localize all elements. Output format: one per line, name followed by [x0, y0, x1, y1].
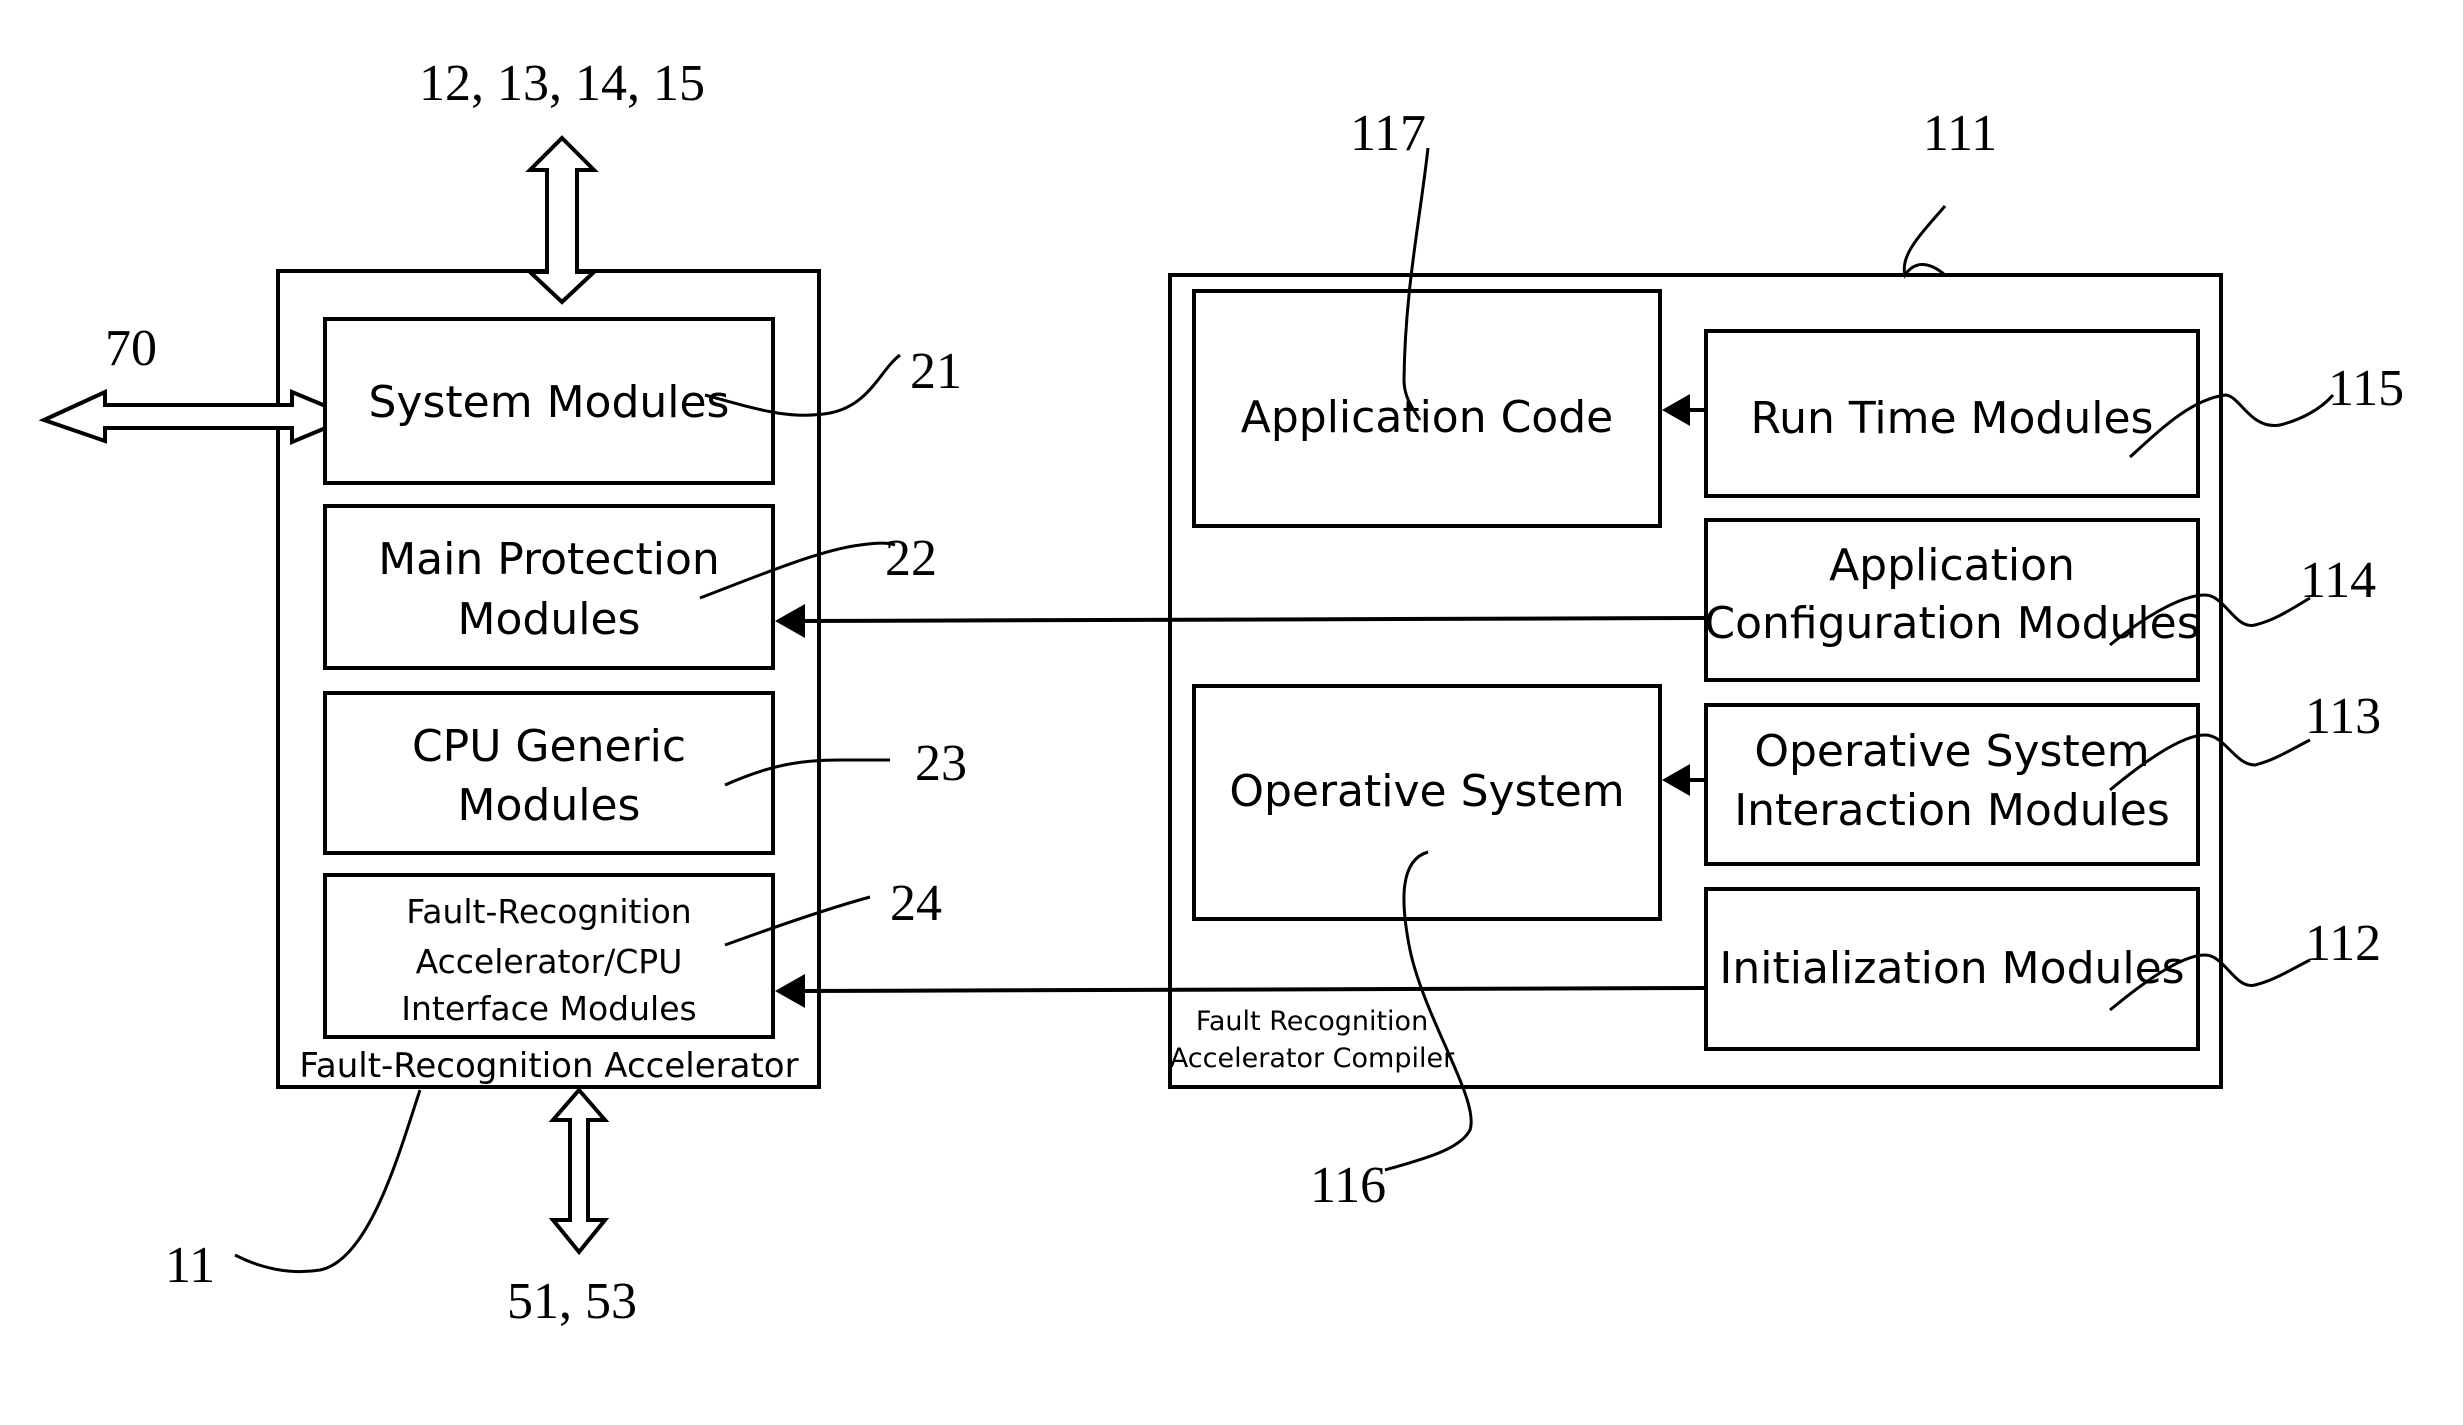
- module-application-configuration-modules: Application Configuration Modules: [1704, 518, 2200, 682]
- module-label-line2: Modules: [458, 594, 641, 645]
- module-label-line1: Application: [1829, 540, 2075, 591]
- module-label-line1: CPU Generic: [412, 721, 686, 772]
- module-label-line2: Configuration Modules: [1704, 598, 2199, 649]
- ref-111: 111: [1923, 105, 1997, 162]
- leader-11: [234, 1089, 422, 1274]
- bus-arrow-left: [38, 388, 358, 445]
- application-code-box: Application Code: [1192, 289, 1662, 528]
- compiler-caption-line2: Accelerator Compiler: [1170, 1043, 1455, 1074]
- ref-bus-bottom: 51, 53: [507, 1273, 637, 1330]
- bus-arrow-top: [524, 135, 600, 305]
- module-os-interaction-modules: Operative System Interaction Modules: [1704, 703, 2200, 866]
- ref-bus-left: 70: [105, 320, 157, 377]
- ref-21: 21: [910, 343, 962, 400]
- ref-24: 24: [890, 875, 942, 932]
- module-initialization-modules: Initialization Modules: [1704, 887, 2200, 1051]
- module-label: System Modules: [369, 377, 730, 428]
- module-label-line2: Accelerator/CPU: [416, 942, 683, 981]
- bus-arrow-bottom: [548, 1086, 610, 1256]
- module-fra-cpu-interface-modules: Fault-Recognition Accelerator/CPU Interf…: [323, 873, 775, 1039]
- module-label: Initialization Modules: [1719, 943, 2184, 994]
- module-label-line2: Interaction Modules: [1734, 785, 2170, 836]
- operative-system-box: Operative System: [1192, 684, 1662, 921]
- ref-bus-top: 12, 13, 14, 15: [419, 55, 705, 112]
- module-system-modules: System Modules: [323, 317, 775, 485]
- ref-116: 116: [1310, 1157, 1386, 1214]
- ref-114: 114: [2300, 552, 2376, 609]
- compiler-caption-line1: Fault Recognition: [1196, 1006, 1428, 1037]
- module-label-line2: Modules: [458, 780, 641, 831]
- operative-system-label: Operative System: [1229, 766, 1624, 817]
- module-label-line1: Fault-Recognition: [406, 892, 691, 931]
- module-label-line3: Interface Modules: [401, 989, 696, 1028]
- application-code-label: Application Code: [1241, 392, 1613, 443]
- module-label-line1: Main Protection: [378, 534, 720, 585]
- ref-113: 113: [2305, 688, 2381, 745]
- module-label-line1: Operative System: [1754, 726, 2149, 777]
- ref-117: 117: [1350, 105, 1426, 162]
- leader-111: [1902, 205, 1947, 279]
- block-diagram: 12, 13, 14, 15 70 51, 53 System Modules …: [38, 55, 2404, 1330]
- ref-112: 112: [2305, 915, 2381, 972]
- ref-22: 22: [885, 530, 937, 587]
- ref-11: 11: [165, 1237, 215, 1294]
- module-label: Run Time Modules: [1751, 393, 2154, 444]
- fault-recognition-accelerator-caption: Fault-Recognition Accelerator: [299, 1046, 798, 1086]
- module-cpu-generic-modules: CPU Generic Modules: [323, 691, 775, 855]
- ref-23: 23: [915, 735, 967, 792]
- ref-115: 115: [2328, 360, 2404, 417]
- module-run-time-modules: Run Time Modules: [1704, 329, 2200, 498]
- module-main-protection-modules: Main Protection Modules: [323, 504, 775, 670]
